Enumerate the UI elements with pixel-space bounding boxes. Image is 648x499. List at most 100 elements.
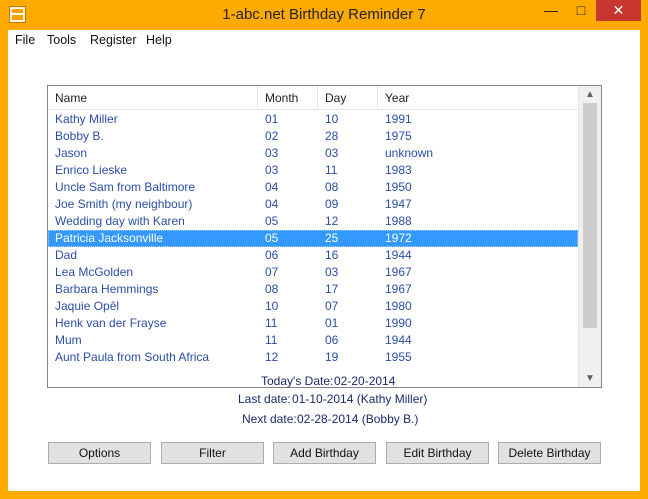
cell-name: Uncle Sam from Baltimore — [55, 180, 196, 194]
table-row[interactable]: Barbara Hemmings 08 17 1967 — [48, 281, 578, 298]
today-date-label: Today's Date: — [261, 374, 334, 388]
cell-day: 06 — [325, 333, 339, 347]
cell-name: Dad — [55, 248, 78, 262]
cell-year: 1944 — [385, 333, 412, 347]
cell-day: 25 — [325, 231, 339, 245]
cell-name: Jason — [55, 146, 88, 160]
table-row[interactable]: Lea McGolden 07 03 1967 — [48, 264, 578, 281]
maximize-icon: □ — [576, 2, 586, 18]
table-row[interactable]: Patricia Jacksonville 05 25 1972 — [48, 230, 578, 247]
cell-year: 1990 — [385, 316, 412, 330]
birthday-list[interactable]: Name Month Day Year Kathy Miller 01 10 1991… — [47, 85, 602, 388]
cell-day: 16 — [325, 248, 339, 262]
cell-name: Jaquie Opêl — [55, 299, 120, 313]
cell-year: 1967 — [385, 282, 412, 296]
cell-year: 1972 — [385, 231, 412, 245]
cell-day: 01 — [325, 316, 339, 330]
edit-birthday-button[interactable]: Edit Birthday — [386, 442, 489, 464]
vertical-scrollbar[interactable]: ▲ ▼ — [578, 86, 601, 387]
last-date-label: Last date: — [238, 392, 291, 406]
cell-day: 08 — [325, 180, 339, 194]
cell-day: 10 — [325, 112, 339, 126]
menu-bar: File Tools Register Help — [8, 30, 640, 50]
options-button[interactable]: Options — [48, 442, 151, 464]
filter-button[interactable]: Filter — [161, 442, 264, 464]
cell-name: Enrico Lieske — [55, 163, 128, 177]
cell-year: 1991 — [385, 112, 412, 126]
table-row[interactable]: Uncle Sam from Baltimore 04 08 1950 — [48, 179, 578, 196]
cell-month: 10 — [265, 299, 279, 313]
cell-month: 05 — [265, 231, 279, 245]
cell-day: 19 — [325, 350, 339, 364]
scrollbar-thumb[interactable] — [583, 103, 597, 328]
cell-name: Bobby B. — [55, 129, 104, 143]
menu-help[interactable]: Help — [146, 33, 172, 47]
delete-birthday-button[interactable]: Delete Birthday — [498, 442, 601, 464]
cell-month: 07 — [265, 265, 279, 279]
client-area: File Tools Register Help Name Month Day … — [8, 30, 640, 491]
cell-name: Aunt Paula from South Africa — [55, 350, 210, 364]
maximize-button[interactable]: □ — [566, 0, 596, 21]
table-row[interactable]: Mum 11 06 1944 — [48, 332, 578, 349]
column-header-day[interactable]: Day — [318, 86, 378, 110]
menu-register[interactable]: Register — [90, 33, 137, 47]
cell-name: Wedding day with Karen — [55, 214, 185, 228]
column-header-name[interactable]: Name — [48, 86, 258, 110]
cell-year: 1955 — [385, 350, 412, 364]
menu-file[interactable]: File — [15, 33, 35, 47]
table-row[interactable]: Bobby B. 02 28 1975 — [48, 128, 578, 145]
title-bar[interactable]: 1-abc.net Birthday Reminder 7 — □ ✕ — [0, 0, 648, 30]
table-row[interactable]: Kathy Miller 01 10 1991 — [48, 111, 578, 128]
menu-tools[interactable]: Tools — [47, 33, 76, 47]
cell-day: 07 — [325, 299, 339, 313]
scroll-down-button[interactable]: ▼ — [579, 370, 601, 387]
table-row[interactable]: Henk van der Frayse 11 01 1990 — [48, 315, 578, 332]
table-row[interactable]: Aunt Paula from South Africa 12 19 1955 — [48, 349, 578, 366]
cell-name: Barbara Hemmings — [55, 282, 159, 296]
cell-day: 03 — [325, 146, 339, 160]
next-date-value: 02-28-2014 (Bobby B.) — [297, 412, 419, 426]
column-header-month[interactable]: Month — [258, 86, 318, 110]
cell-day: 17 — [325, 282, 339, 296]
cell-day: 12 — [325, 214, 339, 228]
cell-year: 1988 — [385, 214, 412, 228]
cell-month: 04 — [265, 197, 279, 211]
cell-year: unknown — [385, 146, 434, 160]
cell-year: 1967 — [385, 265, 412, 279]
next-date-label: Next date: — [242, 412, 297, 426]
cell-year: 1975 — [385, 129, 412, 143]
cell-name: Henk van der Frayse — [55, 316, 167, 330]
close-button[interactable]: ✕ — [596, 0, 641, 21]
cell-day: 03 — [325, 265, 339, 279]
cell-month: 08 — [265, 282, 279, 296]
cell-name: Joe Smith (my neighbour) — [55, 197, 193, 211]
table-row[interactable]: Jason 03 03 unknown — [48, 145, 578, 162]
table-row[interactable]: Jaquie Opêl 10 07 1980 — [48, 298, 578, 315]
table-row[interactable]: Joe Smith (my neighbour) 04 09 1947 — [48, 196, 578, 213]
add-birthday-button[interactable]: Add Birthday — [273, 442, 376, 464]
cell-year: 1947 — [385, 197, 412, 211]
cell-year: 1950 — [385, 180, 412, 194]
cell-name: Lea McGolden — [55, 265, 134, 279]
chevron-down-icon: ▼ — [585, 373, 595, 384]
list-header: Name Month Day Year — [48, 86, 578, 110]
table-row[interactable]: Dad 06 16 1944 — [48, 247, 578, 264]
cell-year: 1944 — [385, 248, 412, 262]
scroll-up-button[interactable]: ▲ — [579, 86, 601, 103]
cell-month: 01 — [265, 112, 279, 126]
app-window: 1-abc.net Birthday Reminder 7 — □ ✕ File… — [0, 0, 648, 499]
table-row[interactable]: Wedding day with Karen 05 12 1988 — [48, 213, 578, 230]
minimize-button[interactable]: — — [536, 0, 566, 21]
cell-month: 11 — [265, 333, 278, 347]
cell-month: 11 — [265, 316, 278, 330]
table-row[interactable]: Enrico Lieske 03 11 1983 — [48, 162, 578, 179]
cell-year: 1980 — [385, 299, 412, 313]
cell-month: 05 — [265, 214, 279, 228]
column-header-year[interactable]: Year — [378, 86, 578, 110]
cell-month: 06 — [265, 248, 279, 262]
cell-day: 11 — [325, 163, 338, 177]
cell-day: 09 — [325, 197, 339, 211]
cell-day: 28 — [325, 129, 339, 143]
cell-year: 1983 — [385, 163, 412, 177]
chevron-up-icon: ▲ — [585, 89, 595, 100]
